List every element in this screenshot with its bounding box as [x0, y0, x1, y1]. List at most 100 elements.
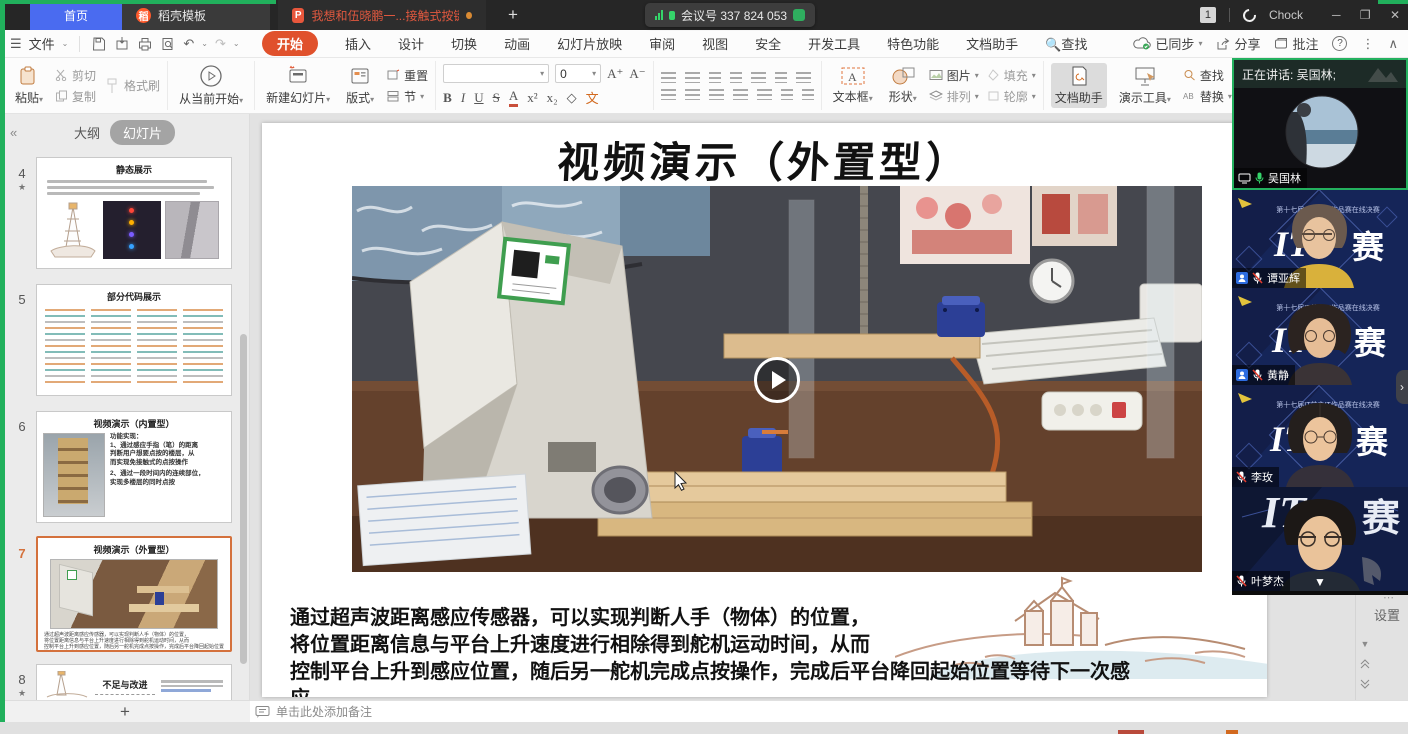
text-direction-icon[interactable]: [751, 72, 766, 83]
participant-tile-5[interactable]: IT 赛 叶梦杰 ▼: [1232, 487, 1408, 591]
participant-tile-1[interactable]: 吴国林: [1234, 88, 1406, 188]
tab-devtools[interactable]: 开发工具: [808, 34, 860, 53]
doc-assistant-button[interactable]: 文档助手: [1051, 63, 1107, 108]
participant-tile-2[interactable]: 第十七届IT节之IT作品赛在线决赛 IT 赛 谭亚辉: [1232, 190, 1408, 288]
line-spacing-icon[interactable]: [781, 89, 793, 100]
reset-button[interactable]: 重置: [386, 67, 428, 84]
tab-design[interactable]: 设计: [398, 34, 424, 53]
spacing-options-icon[interactable]: [802, 89, 814, 100]
bold-button[interactable]: B: [443, 90, 452, 106]
redo-button[interactable]: ↷: [215, 36, 226, 52]
tab-doc-assistant[interactable]: 文档助手: [966, 34, 1018, 53]
settings-button[interactable]: 设置: [1374, 605, 1400, 624]
export-icon[interactable]: [114, 36, 130, 52]
tab-docer-templates[interactable]: 稻 稻壳模板: [122, 0, 270, 30]
slide-thumbnail-6[interactable]: 视频演示（内置型） 功能实现： 1、通过感应手指（笔）的距离 判断用户想要点按的…: [36, 411, 232, 523]
arrange-button[interactable]: 排列▾: [929, 88, 979, 105]
font-color-button[interactable]: A: [509, 88, 518, 107]
participant-tile-4[interactable]: 第十七届IT节之IT作品赛在线决赛 IT 赛 李玫: [1232, 385, 1408, 487]
share-button[interactable]: 分享: [1216, 34, 1260, 53]
increase-font-button[interactable]: A⁺: [607, 66, 623, 82]
outline-button[interactable]: 轮廓▾: [987, 88, 1036, 105]
panel-expand-arrow[interactable]: ›: [1396, 370, 1408, 404]
shapes-button[interactable]: 形状▾: [885, 64, 921, 107]
add-slide-button[interactable]: +: [0, 700, 250, 722]
participant-tile-3[interactable]: 第十七届IT节之IT作品赛在线决赛 IT 赛 黄静: [1232, 288, 1408, 385]
numbering-icon[interactable]: [685, 72, 700, 83]
decrease-font-button[interactable]: A⁻: [629, 66, 645, 82]
new-slide-button[interactable]: 新建幻灯片▾: [262, 63, 334, 108]
cut-button[interactable]: 剪切: [55, 67, 96, 84]
minimize-button[interactable]: ─: [1332, 8, 1341, 22]
notification-badge[interactable]: 1: [1200, 7, 1216, 23]
tab-slideshow[interactable]: 幻灯片放映: [557, 34, 622, 53]
collapse-panel-button[interactable]: «: [10, 125, 17, 140]
current-slide[interactable]: 视频演示（外置型）: [262, 123, 1267, 697]
underline-button[interactable]: U: [474, 90, 483, 106]
superscript-button[interactable]: x²: [527, 90, 537, 106]
tab-view[interactable]: 视图: [702, 34, 728, 53]
text-box-button[interactable]: A 文本框▾: [829, 64, 877, 107]
find-button[interactable]: 查找: [1183, 67, 1232, 84]
font-family-select[interactable]: ▾: [443, 64, 549, 83]
account-name[interactable]: Chock: [1269, 8, 1303, 22]
distribute-icon[interactable]: [757, 89, 772, 100]
copy-button[interactable]: 复制: [55, 88, 96, 105]
align-right-icon[interactable]: [709, 89, 724, 100]
print-icon[interactable]: [137, 36, 153, 52]
slide-thumbnail-4[interactable]: 静态展示: [36, 157, 232, 269]
video-play-button[interactable]: [754, 357, 800, 403]
slide-thumbnail-5[interactable]: 部分代码展示: [36, 284, 232, 396]
justify-icon[interactable]: [733, 89, 748, 100]
char-dialog-button[interactable]: 文: [586, 88, 599, 107]
tab-features[interactable]: 特色功能: [887, 34, 939, 53]
sync-status[interactable]: 已同步 ▾: [1133, 34, 1202, 53]
italic-button[interactable]: I: [461, 90, 465, 106]
redo-caret-icon[interactable]: ⌄: [233, 39, 240, 48]
picture-button[interactable]: 图片▾: [929, 67, 979, 84]
slide-video[interactable]: [352, 186, 1202, 572]
scroll-down-icon[interactable]: ▼: [1361, 639, 1370, 649]
slides-tab[interactable]: 幻灯片: [110, 120, 175, 145]
decrease-indent-icon[interactable]: [709, 72, 721, 83]
fill-button[interactable]: 填充▾: [987, 67, 1036, 84]
close-button[interactable]: ✕: [1390, 8, 1400, 22]
restore-button[interactable]: ❐: [1360, 8, 1371, 22]
tab-document[interactable]: P 我想和伍晓鹏一...接触式按键方案: [278, 0, 486, 30]
file-menu[interactable]: 文件: [29, 34, 55, 53]
menubar-find[interactable]: 🔍查找: [1045, 34, 1087, 53]
align-center-icon[interactable]: [685, 89, 700, 100]
panel-collapse-button[interactable]: ▼: [1314, 575, 1326, 589]
tab-animation[interactable]: 动画: [504, 34, 530, 53]
format-painter-button[interactable]: 格式刷: [104, 76, 160, 96]
hamburger-icon[interactable]: ☰: [10, 36, 22, 52]
more-menu-button[interactable]: ⋮: [1361, 36, 1374, 52]
columns-icon[interactable]: [775, 72, 787, 83]
tab-transition[interactable]: 切换: [451, 34, 477, 53]
replace-button[interactable]: AB替换▾: [1183, 88, 1232, 105]
clear-format-button[interactable]: ◇: [567, 90, 577, 106]
increase-indent-icon[interactable]: [730, 72, 742, 83]
tab-start[interactable]: 开始: [262, 31, 318, 56]
tab-security[interactable]: 安全: [755, 34, 781, 53]
present-tools-button[interactable]: 演示工具▾: [1115, 63, 1175, 108]
subscript-button[interactable]: x₂: [547, 90, 558, 106]
print-preview-icon[interactable]: [160, 36, 176, 52]
new-tab-button[interactable]: +: [496, 0, 530, 30]
slide-thumbnail-8[interactable]: 不足与改进: [36, 664, 232, 700]
comment-button[interactable]: 批注: [1274, 34, 1318, 53]
align-left-icon[interactable]: [661, 89, 676, 100]
tab-insert[interactable]: 插入: [345, 34, 371, 53]
undo-caret-icon[interactable]: ⌄: [201, 39, 208, 48]
paste-button[interactable]: 粘贴▾: [11, 63, 47, 108]
font-size-select[interactable]: 0▾: [555, 64, 601, 83]
slide-thumbnail-7-selected[interactable]: 视频演示（外置型） 通过超声波距离感应传感器，可以实现判断人手（物体）的位置， …: [36, 536, 232, 652]
layout-button[interactable]: 版式▾: [342, 63, 378, 108]
strikethrough-button[interactable]: S: [493, 90, 500, 106]
help-button[interactable]: ?: [1332, 36, 1347, 51]
bullets-icon[interactable]: [661, 72, 676, 83]
next-slide-button[interactable]: [1360, 679, 1370, 689]
meeting-id-pill[interactable]: 会议号 337 824 053: [645, 3, 815, 27]
tab-review[interactable]: 审阅: [649, 34, 675, 53]
play-from-current-button[interactable]: 从当前开始▾: [175, 62, 247, 109]
